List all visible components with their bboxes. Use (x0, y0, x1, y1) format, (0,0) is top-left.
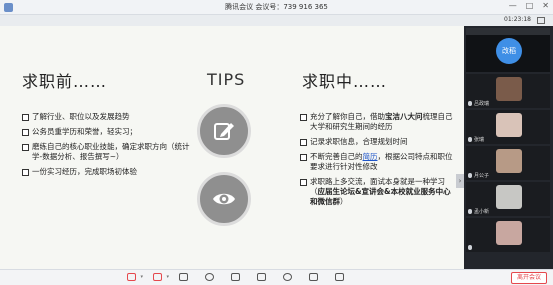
meeting-toolbar: ▾ ▾ 离开会议 (0, 269, 553, 285)
settings-icon[interactable] (334, 272, 346, 282)
list-item: 磨练自己的核心职业技能，确定求职方向（统计学-数据分析、报告撰写~） (22, 142, 190, 162)
edit-icon (197, 104, 251, 158)
avatar (496, 185, 522, 209)
list-item: 充分了解你自己，借助宝洁八大问梳理自己大学和研究生期间的经历 (300, 112, 458, 132)
minimize-button[interactable]: — (509, 1, 517, 10)
window-title: 腾讯会议 会议号：739 916 365 (225, 3, 328, 11)
list-item: 不断完善自己的简历，根据公司特点和职位要求进行针对性修改 (300, 152, 458, 172)
mic-icon (468, 137, 472, 142)
participant-panel: 改稻 吕政瑞 张瑞 月公子 孟小新 (464, 26, 553, 269)
title-bar: 腾讯会议 会议号：739 916 365 — □ ✕ (0, 0, 553, 15)
participant-name: 月公子 (468, 172, 489, 179)
list-item: 记录求职信息，合理规划时间 (300, 137, 458, 147)
share-screen-icon[interactable] (178, 272, 190, 282)
avatar (496, 77, 522, 101)
mic-icon (468, 209, 472, 214)
close-button[interactable]: ✕ (542, 1, 549, 10)
self-tile-header (466, 28, 550, 35)
left-bullet-list: 了解行业、职位以及发展趋势 公务员重学历和荣誉，轻实习； 磨练自己的核心职业技能… (22, 112, 190, 182)
participant-tile[interactable]: 吕政瑞 (466, 74, 550, 108)
invite-icon[interactable] (204, 272, 216, 282)
participant-name: 吕政瑞 (468, 100, 489, 107)
chat-icon[interactable] (256, 272, 268, 282)
participant-tile[interactable]: 孟小新 (466, 182, 550, 216)
apps-icon[interactable] (308, 272, 320, 282)
leave-meeting-button[interactable]: 离开会议 (511, 272, 547, 284)
mic-icon (468, 173, 472, 178)
resume-link: 简历 (362, 152, 378, 161)
participant-name: 孟小新 (468, 208, 489, 215)
eye-icon (197, 172, 251, 226)
mic-icon (468, 245, 472, 250)
list-item: 公务员重学历和荣誉，轻实习； (22, 127, 190, 137)
participant-name: 张瑞 (468, 136, 484, 143)
list-item: 了解行业、职位以及发展趋势 (22, 112, 190, 122)
participant-tile[interactable]: 张瑞 (466, 110, 550, 144)
record-icon[interactable] (282, 272, 294, 282)
collapse-panel-chevron-icon[interactable]: › (456, 174, 464, 188)
meeting-info-bar: 01:23:18 (0, 15, 553, 26)
participant-name (468, 245, 474, 251)
slide-right-heading: 求职中…… (302, 72, 388, 91)
mute-mic-icon[interactable]: ▾ (126, 272, 143, 282)
avatar (496, 149, 522, 173)
maximize-button[interactable]: □ (526, 1, 534, 10)
slide-left-heading: 求职前…… (22, 72, 108, 91)
slide-center-heading: TIPS (207, 70, 246, 89)
mic-icon (468, 101, 472, 106)
participant-tile[interactable] (466, 218, 550, 252)
participant-tile[interactable]: 月公子 (466, 146, 550, 180)
stop-video-icon[interactable]: ▾ (152, 272, 169, 282)
avatar (496, 221, 522, 245)
meeting-window: 腾讯会议 会议号：739 916 365 — □ ✕ 01:23:18 求职前…… (0, 0, 553, 285)
meeting-timer: 01:23:18 (504, 16, 531, 23)
toolbar-icons: ▾ ▾ (126, 272, 346, 282)
window-controls: — □ ✕ (509, 1, 549, 10)
avatar (496, 113, 522, 137)
members-icon[interactable] (230, 272, 242, 282)
shared-slide: 求职前…… TIPS 求职中…… 了解行业、职位以及发展趋势 公务员重学历和荣誉… (0, 26, 464, 269)
layout-grid-icon[interactable] (537, 17, 545, 24)
avatar: 改稻 (496, 38, 522, 64)
list-item: 求职路上多交流，面试本身就是一种学习（应届生论坛&宣讲会&本校就业服务中心和微信… (300, 177, 458, 207)
right-bullet-list: 充分了解你自己，借助宝洁八大问梳理自己大学和研究生期间的经历 记录求职信息，合理… (300, 112, 458, 212)
list-item: 一份实习经历，完成职场初体验 (22, 167, 190, 177)
self-video-tile[interactable]: 改稻 (466, 28, 550, 72)
